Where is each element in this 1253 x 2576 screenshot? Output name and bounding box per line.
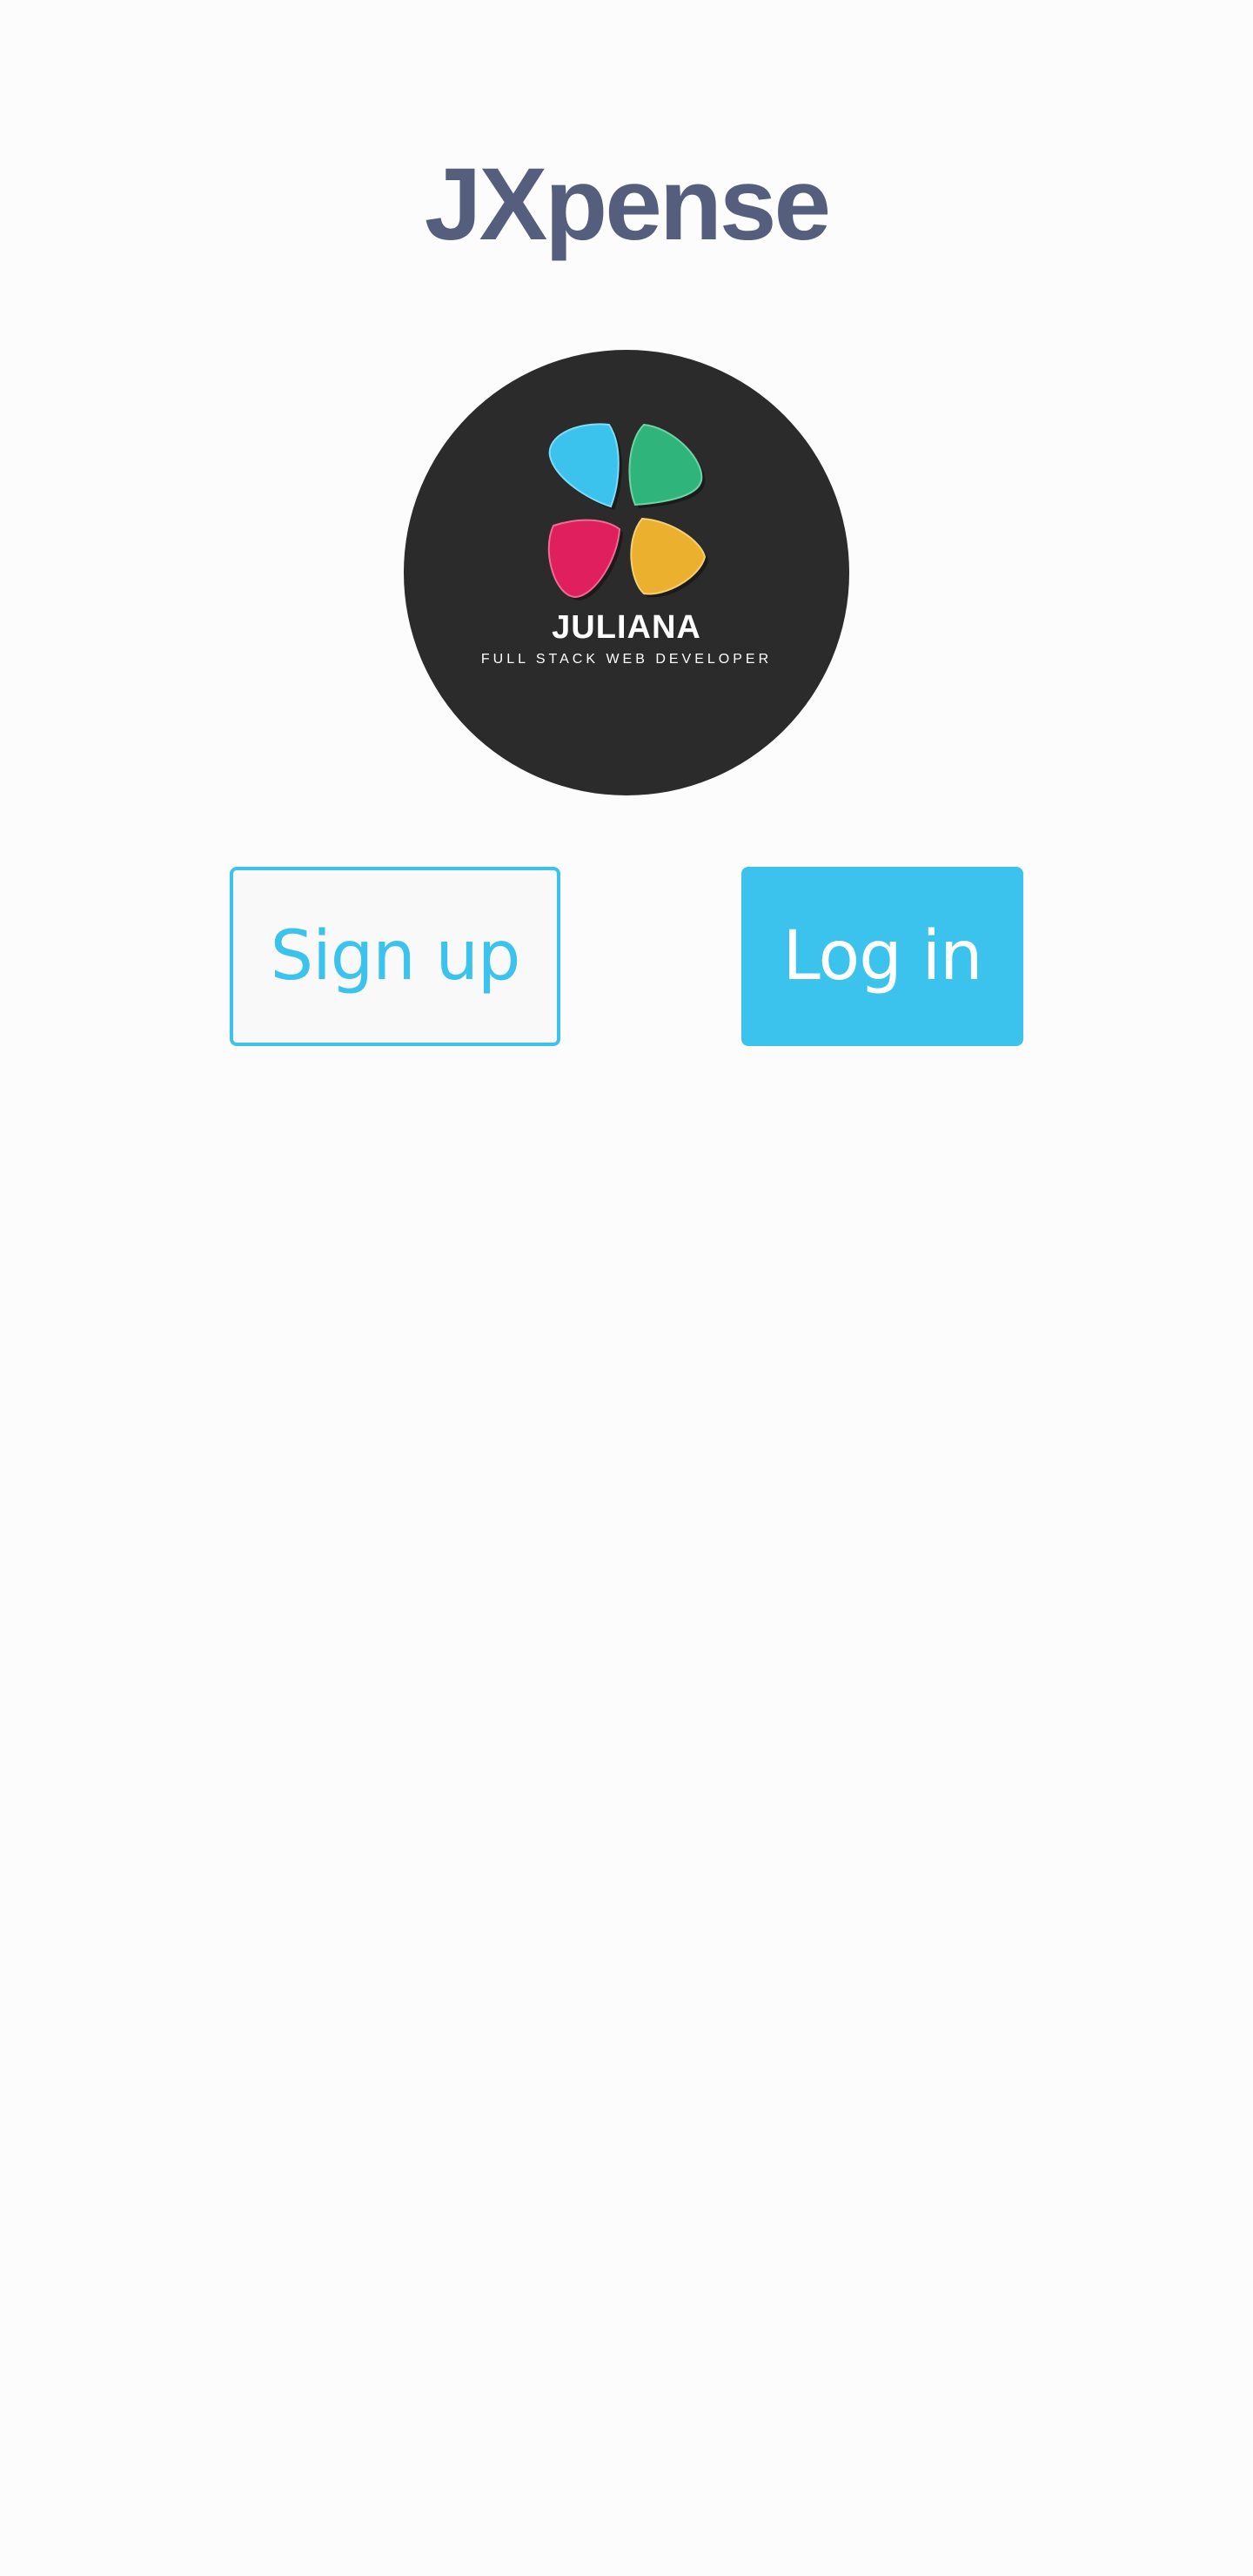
app-title: JXpense <box>424 147 831 262</box>
logo-name: JULIANA <box>552 609 701 646</box>
logo-tagline: FULL STACK WEB DEVELOPER <box>480 652 773 667</box>
signup-button[interactable]: Sign up <box>230 867 560 1046</box>
four-petal-logo-icon <box>547 423 708 600</box>
juliana-logo: JULIANA FULL STACK WEB DEVELOPER <box>404 350 849 795</box>
login-button[interactable]: Log in <box>741 867 1023 1046</box>
welcome-page: JXpense JULIANA FULL STACK WEB DEVELOPER… <box>0 0 1253 2576</box>
